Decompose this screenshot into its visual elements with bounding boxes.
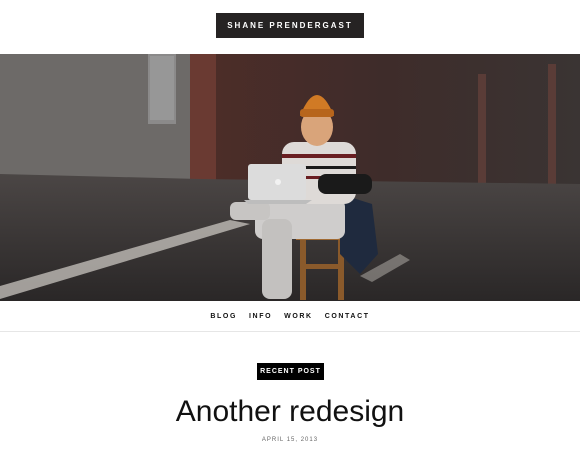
hero-illustration <box>0 54 580 301</box>
site-header: SHANE PRENDERGAST <box>0 0 580 54</box>
nav-blog[interactable]: BLOG <box>208 311 239 322</box>
main-nav: BLOG INFO WORK CONTACT <box>0 301 580 332</box>
nav-info[interactable]: INFO <box>247 311 274 322</box>
post-title[interactable]: Another redesign <box>0 394 580 430</box>
site-logo-link[interactable]: SHANE PRENDERGAST <box>216 13 364 38</box>
nav-work[interactable]: WORK <box>282 311 315 322</box>
nav-contact[interactable]: CONTACT <box>323 311 372 322</box>
hero-photo <box>0 54 580 301</box>
post-date: APRIL 15, 2013 <box>261 437 319 443</box>
recent-post-badge: RECENT POST <box>257 363 324 380</box>
